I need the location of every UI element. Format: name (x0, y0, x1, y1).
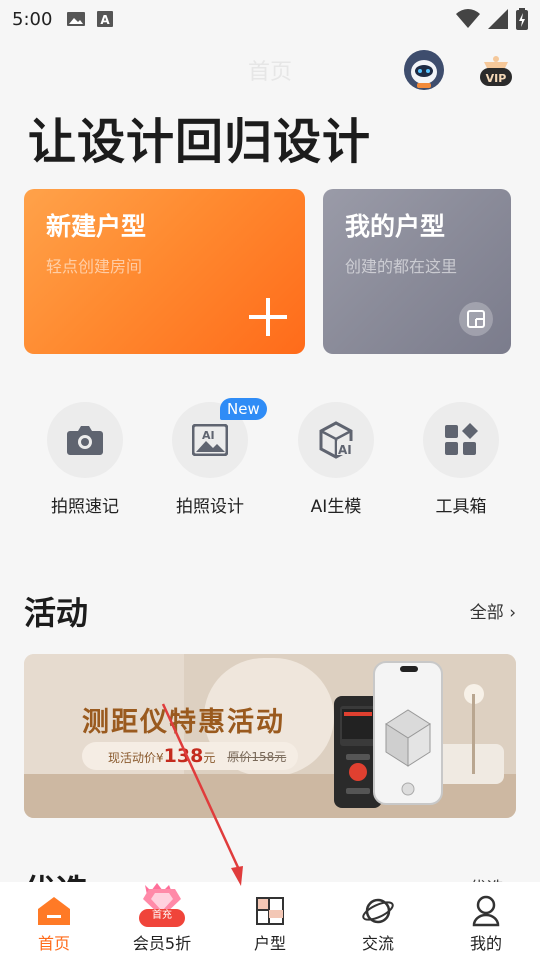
svg-text:AI: AI (338, 443, 352, 457)
vip-button[interactable]: VIP (476, 50, 516, 90)
plus-icon (249, 298, 287, 336)
nav-membership[interactable]: 首充 会员5折 (108, 882, 216, 960)
battery-icon (516, 8, 528, 30)
tool-label: 工具箱 (435, 497, 487, 517)
new-floorplan-card[interactable]: 新建户型 轻点创建房间 (24, 189, 305, 354)
nav-floorplan[interactable]: 户型 (216, 882, 324, 960)
floorplan-doc-icon (459, 302, 493, 336)
nav-profile[interactable]: 我的 (432, 882, 540, 960)
nav-label: 我的 (469, 934, 502, 953)
nav-label: 首页 (37, 934, 70, 953)
tool-photo-notes[interactable]: 拍照速记 (47, 402, 123, 517)
original-price: 原价158元 (227, 749, 287, 764)
nav-community[interactable]: 交流 (324, 882, 432, 960)
nav-label: 户型 (253, 934, 286, 953)
ai-image-icon: AI (192, 424, 228, 456)
camera-icon (67, 426, 103, 455)
price-now-group: 现活动价¥138元 (108, 745, 215, 767)
tool-label: 拍照速记 (51, 497, 119, 517)
user-icon (472, 895, 500, 927)
price-unit: 元 (203, 751, 216, 765)
my-floorplans-subtitle: 创建的都在这里 (345, 257, 458, 276)
banner-price-pill: 现活动价¥138元 原价158元 (82, 742, 298, 770)
status-bar: 5:00 A (0, 0, 540, 38)
svg-text:A: A (101, 13, 111, 27)
tool-label: 拍照设计 (176, 497, 244, 517)
signal-icon (488, 9, 508, 29)
hero-slogan: 让设计回归设计 (28, 114, 372, 170)
floorplan-icon (256, 897, 284, 925)
activity-see-all-link[interactable]: 全部 › (470, 598, 516, 623)
wifi-icon (456, 9, 480, 28)
price-label: 现活动价¥ (108, 751, 164, 765)
nav-badge: 首充 (152, 910, 172, 921)
bottom-nav: 首页 首充 会员5折 户型 交流 我的 (0, 882, 540, 960)
nav-label: 交流 (361, 934, 394, 953)
assistant-avatar[interactable] (404, 50, 444, 90)
activity-banner[interactable]: 测距仪特惠活动 现活动价¥138元 原价158元 (24, 654, 516, 818)
page-title: 首页 (247, 60, 292, 85)
status-time: 5:00 (12, 8, 53, 30)
grid-tools-icon (445, 423, 478, 455)
price-value: 138 (163, 745, 204, 767)
tool-label: AI生模 (310, 497, 362, 517)
vip-icon: VIP (480, 56, 512, 86)
tool-ai-model[interactable]: AI AI生模 (298, 402, 374, 517)
font-notification-icon: A (97, 11, 114, 27)
activity-section-title: 活动 (24, 594, 89, 632)
tool-photo-design[interactable]: AI New 拍照设计 (172, 398, 267, 517)
my-floorplans-card[interactable]: 我的户型 创建的都在这里 (323, 189, 511, 354)
home-icon (38, 897, 70, 925)
image-notification-icon (67, 12, 86, 26)
new-floorplan-title: 新建户型 (46, 212, 147, 241)
svg-text:VIP: VIP (486, 72, 507, 85)
banner-title: 测距仪特惠活动 (82, 707, 285, 738)
new-badge: New (220, 398, 267, 420)
planet-icon (362, 898, 394, 924)
ai-cube-icon: AI (319, 421, 353, 459)
nav-label: 会员5折 (132, 934, 192, 953)
diamond-icon (139, 883, 185, 927)
svg-text:AI: AI (202, 429, 215, 442)
tool-toolbox[interactable]: 工具箱 (423, 402, 499, 517)
robot-icon (404, 50, 444, 90)
new-floorplan-subtitle: 轻点创建房间 (46, 257, 143, 276)
my-floorplans-title: 我的户型 (345, 212, 446, 241)
nav-home[interactable]: 首页 (0, 882, 108, 960)
